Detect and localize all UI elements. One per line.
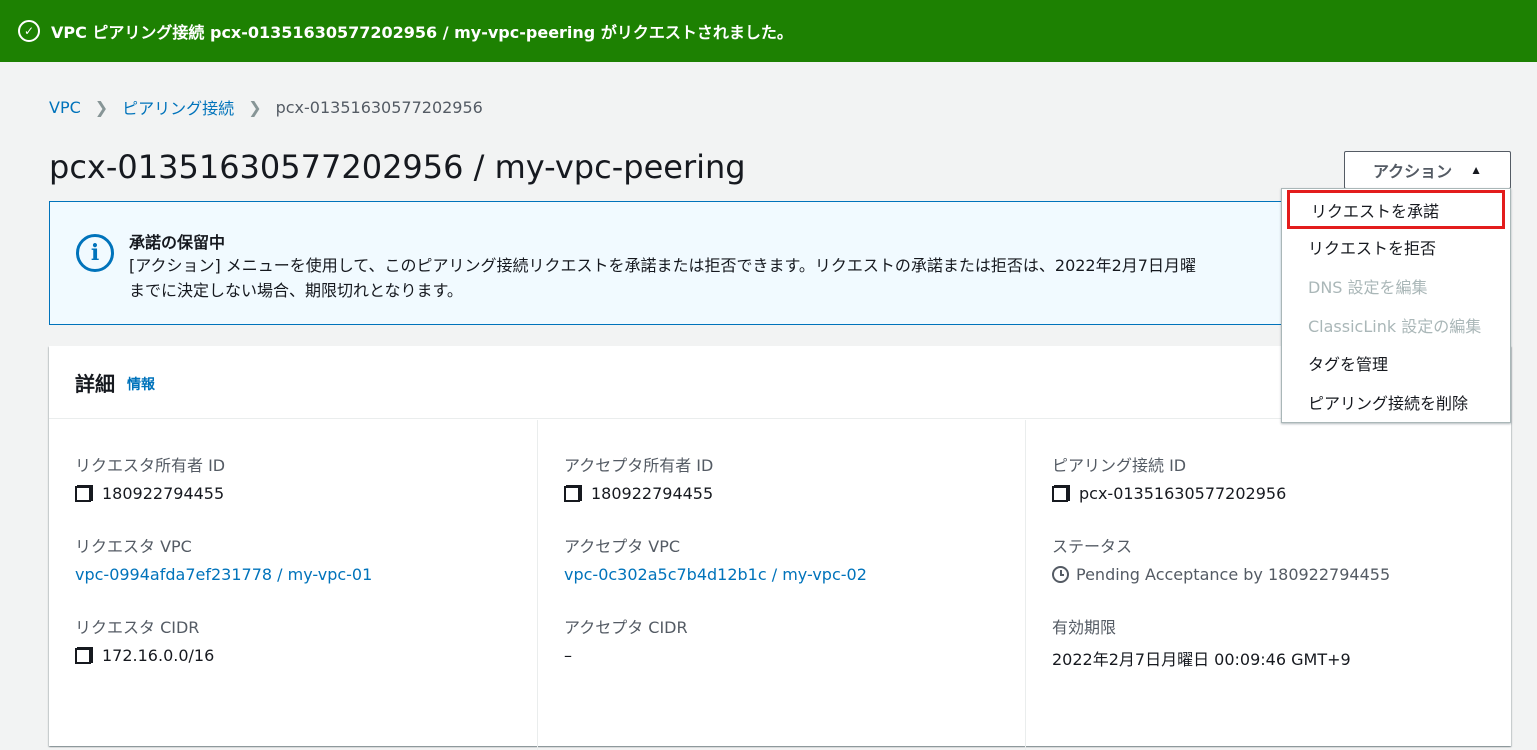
menu-item-manage-tags[interactable]: タグを管理: [1282, 343, 1510, 382]
field-peering-id: ピアリング接続 ID pcx-01351630577202956: [1052, 452, 1286, 503]
accepter-vpc-link[interactable]: vpc-0c302a5c7b4d12b1c / my-vpc-02: [564, 565, 867, 584]
breadcrumb: VPC ❯ ピアリング接続 ❯ pcx-01351630577202956: [49, 95, 483, 119]
copy-icon[interactable]: [564, 485, 582, 502]
field-value: pcx-01351630577202956: [1052, 484, 1286, 503]
details-column-connection: ピアリング接続 ID pcx-01351630577202956 ステータス P…: [1025, 420, 1511, 750]
field-label: アクセプタ CIDR: [564, 618, 688, 637]
breadcrumb-current: pcx-01351630577202956: [275, 97, 483, 117]
field-accepter-owner-id: アクセプタ所有者 ID 180922794455: [564, 452, 713, 503]
details-column-requester: リクエスタ所有者 ID 180922794455 リクエスタ VPC vpc-0…: [75, 420, 537, 750]
breadcrumb-peering[interactable]: ピアリング接続: [122, 95, 234, 119]
menu-item-edit-classiclink: ClassicLink 設定の編集: [1308, 316, 1482, 336]
menu-item-delete-peering[interactable]: ピアリング接続を削除: [1282, 382, 1510, 421]
clock-icon: [1052, 566, 1069, 583]
requester-owner-id-value: 180922794455: [102, 484, 225, 503]
chevron-right-icon: ❯: [248, 97, 262, 117]
field-value: 180922794455: [75, 484, 225, 503]
info-link[interactable]: 情報: [127, 374, 155, 394]
success-flashbar: ✓ VPC ピアリング接続 pcx-01351630577202956 / my…: [0, 0, 1537, 62]
info-text-line1: [アクション] メニューを使用して、このピアリング接続リクエストを承諾または拒否…: [129, 256, 1196, 275]
accepter-cidr-value: –: [564, 646, 572, 665]
field-label: アクセプタ VPC: [564, 537, 681, 556]
actions-dropdown-menu: リクエストを承諾 リクエストを拒否 DNS 設定を編集 ClassicLink …: [1281, 188, 1511, 423]
field-accepter-cidr: アクセプタ CIDR –: [564, 614, 688, 665]
field-expiration: 有効期限 2022年2月7日月曜日 00:09:46 GMT+9: [1052, 614, 1351, 670]
caret-up-icon: ▲: [1470, 163, 1483, 177]
actions-button[interactable]: アクション ▲: [1344, 151, 1511, 189]
expiration-value: 2022年2月7日月曜日 00:09:46 GMT+9: [1052, 650, 1351, 669]
status-text: Pending Acceptance by 180922794455: [1076, 565, 1391, 584]
field-value: 180922794455: [564, 484, 713, 503]
field-label: リクエスタ所有者 ID: [75, 456, 226, 475]
field-requester-vpc: リクエスタ VPC vpc-0994afda7ef231778 / my-vpc…: [75, 533, 372, 584]
field-requester-owner-id: リクエスタ所有者 ID 180922794455: [75, 452, 225, 503]
info-icon: i: [76, 234, 114, 272]
field-accepter-vpc: アクセプタ VPC vpc-0c302a5c7b4d12b1c / my-vpc…: [564, 533, 867, 584]
breadcrumb-vpc[interactable]: VPC: [49, 98, 81, 117]
field-requester-cidr: リクエスタ CIDR 172.16.0.0/16: [75, 614, 214, 665]
accepter-owner-id-value: 180922794455: [591, 484, 714, 503]
menu-item-accept-request[interactable]: リクエストを承諾: [1287, 190, 1505, 229]
menu-item-reject-request[interactable]: リクエストを拒否: [1282, 227, 1510, 266]
field-value: 172.16.0.0/16: [75, 646, 214, 665]
field-label: ステータス: [1052, 537, 1133, 556]
menu-item-edit-dns: DNS 設定を編集: [1308, 277, 1428, 297]
field-label: リクエスタ VPC: [75, 537, 192, 556]
field-label: 有効期限: [1052, 618, 1117, 637]
details-heading: 詳細: [75, 371, 115, 396]
flash-message: VPC ピアリング接続 pcx-01351630577202956 / my-v…: [51, 23, 793, 42]
status-value: Pending Acceptance by 180922794455: [1052, 565, 1390, 584]
copy-icon[interactable]: [75, 647, 93, 664]
page-title: pcx-01351630577202956 / my-vpc-peering: [49, 148, 746, 186]
field-label: アクセプタ所有者 ID: [564, 456, 714, 475]
actions-button-label: アクション: [1372, 164, 1453, 181]
copy-icon[interactable]: [75, 485, 93, 502]
requester-vpc-link[interactable]: vpc-0994afda7ef231778 / my-vpc-01: [75, 565, 372, 584]
info-text-line2: までに決定しない場合、期限切れとなります。: [129, 281, 463, 300]
details-column-accepter: アクセプタ所有者 ID 180922794455 アクセプタ VPC vpc-0…: [537, 420, 1025, 750]
success-check-icon: ✓: [18, 20, 40, 42]
chevron-right-icon: ❯: [94, 97, 109, 117]
field-status: ステータス Pending Acceptance by 180922794455: [1052, 533, 1390, 584]
field-label: リクエスタ CIDR: [75, 618, 200, 637]
peering-id-value: pcx-01351630577202956: [1079, 484, 1287, 503]
field-label: ピアリング接続 ID: [1052, 456, 1187, 475]
requester-cidr-value: 172.16.0.0/16: [102, 646, 215, 665]
copy-icon[interactable]: [1052, 485, 1070, 502]
info-title: 承諾の保留中: [129, 233, 226, 252]
